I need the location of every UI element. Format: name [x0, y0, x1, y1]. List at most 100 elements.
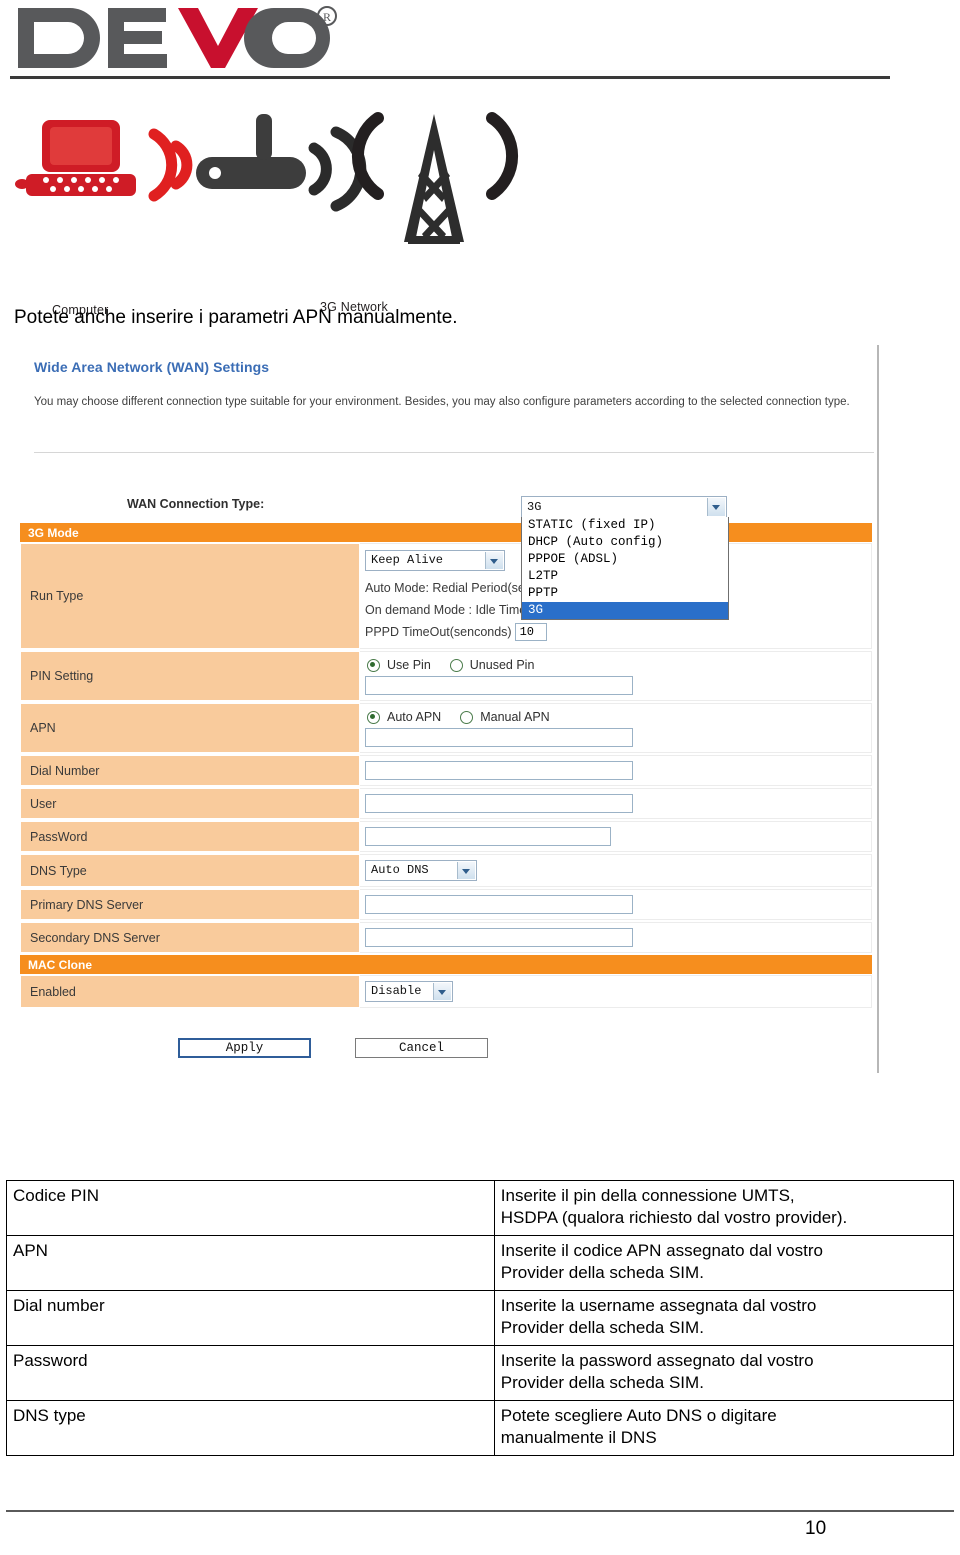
panel-description: You may choose different connection type… [34, 396, 850, 408]
desc-line: Potete scegliere Auto DNS o digitare [500, 1406, 777, 1425]
use-pin-label: Use Pin [387, 658, 431, 672]
desc-line: HSDPA (qualora richiesto dal vostro prov… [500, 1208, 848, 1227]
row-key-dns-type: DNS type [6, 1400, 495, 1456]
footer-divider [6, 1510, 954, 1512]
dropdown-option-pppoe[interactable]: PPPOE (ADSL) [522, 551, 728, 568]
panel-frame-line [877, 345, 879, 1073]
dropdown-option-3g[interactable]: 3G [522, 602, 728, 619]
chevron-down-icon [457, 862, 475, 879]
wan-connection-type-label: WAN Connection Type: [127, 497, 265, 511]
network-diagram-svg [15, 112, 519, 244]
intro-text: Potete anche inserire i parametri APN ma… [14, 307, 458, 328]
secondary-dns-controls [360, 922, 872, 953]
table-row: DNS type Potete scegliere Auto DNS o dig… [6, 1400, 955, 1456]
pin-input[interactable] [365, 676, 633, 695]
apn-controls: Auto APN Manual APN [360, 703, 872, 753]
apn-input[interactable] [365, 728, 633, 747]
primary-dns-label: Primary DNS Server [20, 889, 360, 920]
wifi-waves-icon [148, 128, 193, 202]
form-row-dns-type: DNS Type Auto DNS [20, 854, 872, 889]
row-key-dial-number: Dial number [6, 1290, 495, 1346]
form-row-run-type: Run Type Keep Alive Auto Mode: Redial Pe… [20, 543, 872, 651]
header-divider [10, 76, 890, 79]
dns-type-select-value: Auto DNS [371, 863, 429, 877]
form-row-password: PassWord [20, 821, 872, 854]
manual-apn-label: Manual APN [480, 710, 550, 724]
mac-clone-enabled-select[interactable]: Disable [365, 981, 453, 1002]
desc-line: Provider della scheda SIM. [500, 1373, 704, 1392]
run-type-label: Run Type [20, 543, 360, 649]
svg-text:R: R [323, 10, 331, 24]
chevron-down-icon [707, 498, 725, 516]
pppd-timeout-label: PPPD TimeOut(senconds) [365, 625, 512, 639]
chevron-down-icon [485, 552, 503, 569]
wan-settings-form: 3G Mode Run Type Keep Alive Auto Mode: R… [20, 523, 872, 1010]
secondary-dns-label: Secondary DNS Server [20, 922, 360, 953]
table-row: Dial number Inserite la username assegna… [6, 1290, 955, 1346]
desc-line: manualmente il DNS [500, 1428, 657, 1447]
desc-line: Inserite la password assegnato dal vostr… [500, 1351, 814, 1370]
desc-line: Provider della scheda SIM. [500, 1263, 704, 1282]
row-value-password: Inserite la password assegnato dal vostr… [493, 1345, 955, 1401]
router-icon [196, 114, 306, 189]
dropdown-option-static[interactable]: STATIC (fixed IP) [522, 517, 728, 534]
dropdown-option-pptp[interactable]: PPTP [522, 585, 728, 602]
router-admin-screenshot: Wide Area Network (WAN) Settings You may… [14, 345, 880, 1075]
laptop-icon [15, 120, 136, 196]
devo-logo-svg: R [18, 6, 337, 68]
pin-setting-label: PIN Setting [20, 651, 360, 701]
panel-divider [34, 452, 874, 453]
form-row-enabled: Enabled Disable [20, 975, 872, 1010]
row-value-codice-pin: Inserite il pin della connessione UMTS, … [493, 1180, 955, 1236]
pin-setting-controls: Use Pin Unused Pin [360, 651, 872, 701]
form-row-secondary-dns: Secondary DNS Server [20, 922, 872, 955]
wan-connection-type-value: 3G [527, 500, 542, 514]
devo-logo: R [12, 2, 352, 79]
pppd-timeout-input[interactable]: 10 [514, 623, 547, 641]
user-label: User [20, 788, 360, 819]
unused-pin-label: Unused Pin [469, 658, 535, 672]
desc-line: Inserite il pin della connessione UMTS, [500, 1186, 795, 1205]
wan-connection-type-select[interactable]: 3G [521, 496, 727, 518]
cell-tower-icon [404, 114, 464, 244]
run-type-select-value: Keep Alive [371, 553, 444, 567]
form-row-apn: APN Auto APN Manual APN [20, 703, 872, 755]
form-row-dial-number: Dial Number [20, 755, 872, 788]
dial-number-input[interactable] [365, 761, 633, 780]
panel-title: Wide Area Network (WAN) Settings [34, 359, 270, 375]
cancel-button[interactable]: Cancel [355, 1038, 488, 1058]
enabled-controls: Disable [360, 975, 872, 1008]
dns-type-label: DNS Type [20, 854, 360, 887]
unused-pin-radio[interactable] [449, 658, 463, 672]
desc-line: Provider della scheda SIM. [500, 1318, 704, 1337]
wan-connection-type-dropdown[interactable]: STATIC (fixed IP) DHCP (Auto config) PPP… [521, 517, 729, 620]
run-type-select[interactable]: Keep Alive [365, 550, 505, 571]
section-header-3g-mode: 3G Mode [20, 523, 872, 543]
chevron-down-icon [433, 983, 451, 1000]
dropdown-option-l2tp[interactable]: L2TP [522, 568, 728, 585]
table-row: Password Inserite la password assegnato … [6, 1345, 955, 1401]
table-row: APN Inserite il codice APN assegnato dal… [6, 1235, 955, 1291]
form-action-buttons: Apply Cancel [178, 1038, 488, 1058]
auto-apn-radio[interactable] [367, 710, 380, 724]
use-pin-radio[interactable] [367, 658, 380, 672]
apn-radio-group: Auto APN Manual APN [365, 709, 871, 728]
secondary-dns-input[interactable] [365, 928, 633, 947]
primary-dns-input[interactable] [365, 895, 633, 914]
form-row-pin-setting: PIN Setting Use Pin Unused Pin [20, 651, 872, 703]
auto-apn-label: Auto APN [387, 710, 442, 724]
user-input[interactable] [365, 794, 633, 813]
wan-connection-type-row: WAN Connection Type: [14, 493, 880, 527]
dial-number-label: Dial Number [20, 755, 360, 786]
row-key-apn: APN [6, 1235, 495, 1291]
manual-apn-radio[interactable] [460, 710, 474, 724]
dropdown-option-dhcp[interactable]: DHCP (Auto config) [522, 534, 728, 551]
user-controls [360, 788, 872, 819]
desc-line: Inserite la username assegnata dal vostr… [500, 1296, 817, 1315]
form-row-user: User [20, 788, 872, 821]
apply-button[interactable]: Apply [178, 1038, 311, 1058]
dns-type-select[interactable]: Auto DNS [365, 860, 477, 881]
pppd-timeout-line: PPPD TimeOut(senconds) 10 [365, 621, 871, 643]
section-header-mac-clone: MAC Clone [20, 955, 872, 975]
password-input[interactable] [365, 827, 611, 846]
